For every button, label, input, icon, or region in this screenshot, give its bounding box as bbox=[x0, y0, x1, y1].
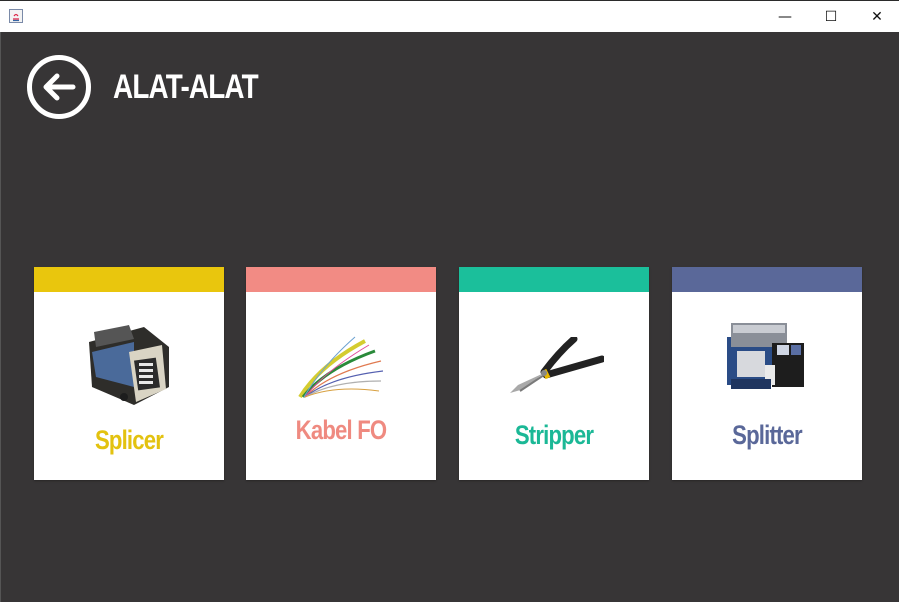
card-label: Splitter bbox=[732, 420, 803, 450]
card-label: Stripper bbox=[514, 420, 594, 450]
minimize-button[interactable]: — bbox=[762, 1, 808, 32]
card-accent-bar bbox=[672, 267, 862, 292]
page-title: ALAT-ALAT bbox=[113, 68, 259, 106]
splitter-device-image bbox=[672, 315, 862, 395]
window-titlebar: — ☐ ✕ bbox=[0, 0, 899, 32]
main-panel: ALAT-ALAT Splicer Kabel FO Stripper Spli… bbox=[0, 32, 899, 602]
card-splitter[interactable]: Splitter bbox=[672, 267, 862, 480]
java-app-icon bbox=[9, 9, 23, 23]
fusion-splicer-image bbox=[34, 317, 224, 412]
card-stripper[interactable]: Stripper bbox=[459, 267, 649, 480]
back-arrow-icon[interactable] bbox=[26, 54, 92, 120]
card-accent-bar bbox=[34, 267, 224, 292]
card-label: Kabel FO bbox=[295, 415, 387, 445]
card-label: Splicer bbox=[94, 425, 164, 455]
card-kabel-fo[interactable]: Kabel FO bbox=[246, 267, 436, 480]
pliers-image bbox=[459, 337, 649, 397]
card-splicer[interactable]: Splicer bbox=[34, 267, 224, 480]
close-button[interactable]: ✕ bbox=[854, 1, 899, 32]
fiber-cable-image bbox=[246, 335, 436, 401]
maximize-button[interactable]: ☐ bbox=[808, 1, 854, 32]
card-accent-bar bbox=[459, 267, 649, 292]
card-accent-bar bbox=[246, 267, 436, 292]
